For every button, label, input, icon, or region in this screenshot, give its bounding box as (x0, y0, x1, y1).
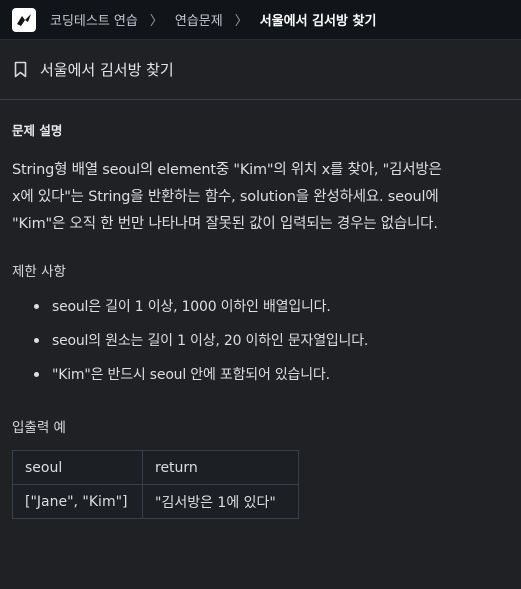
bookmark-icon[interactable] (14, 61, 28, 79)
constraint-item: seoul의 원소는 길이 1 이상, 20 이하인 문자열입니다. (34, 324, 509, 358)
description-line: String형 배열 seoul의 element중 "Kim"의 위치 x를 … (12, 162, 442, 178)
bullet-icon (34, 304, 39, 309)
page-title: 서울에서 김서방 찾기 (40, 61, 174, 79)
constraint-text: "Kim"은 반드시 seoul 안에 포함되어 있습니다. (52, 367, 330, 383)
programmers-logo-icon[interactable] (12, 7, 36, 32)
table-header-row: seoul return (12, 450, 299, 485)
breadcrumb-coding-test[interactable]: 코딩테스트 연습 (50, 10, 138, 29)
constraint-item: seoul은 길이 1 이상, 1000 이하인 배열입니다. (34, 290, 509, 324)
table-header-cell: return (142, 450, 299, 485)
bullet-icon (34, 338, 39, 343)
top-navigation-bar: 코딩테스트 연습 〉 연습문제 〉 서울에서 김서방 찾기 (0, 0, 521, 40)
constraint-text: seoul은 길이 1 이상, 1000 이하인 배열입니다. (52, 299, 331, 315)
breadcrumb-separator-icon: 〉 (234, 14, 248, 29)
constraint-text: seoul의 원소는 길이 1 이상, 20 이하인 문자열입니다. (52, 333, 369, 349)
description-line: x에 있다"는 String을 반환하는 함수, solution을 완성하세요… (12, 189, 439, 205)
constraints-list: seoul은 길이 1 이상, 1000 이하인 배열입니다. seoul의 원… (12, 290, 509, 392)
io-example-heading: 입출력 예 (12, 420, 66, 436)
bullet-icon (34, 372, 39, 377)
table-header-cell: seoul (12, 450, 143, 485)
breadcrumb-separator-icon: 〉 (149, 14, 163, 29)
table-cell: ["Jane", "Kim"] (12, 484, 143, 519)
problem-title-bar: 서울에서 김서방 찾기 (0, 40, 521, 100)
problem-content: 문제 설명 String형 배열 seoul의 element중 "Kim"의 … (0, 120, 521, 519)
problem-description-heading: 문제 설명 (12, 123, 63, 138)
io-example-table: seoul return ["Jane", "Kim"] "김서방은 1에 있다… (12, 450, 299, 519)
description-line: "Kim"은 오직 한 번만 나타나며 잘못된 값이 입력되는 경우는 없습니다… (12, 216, 438, 232)
table-row: ["Jane", "Kim"] "김서방은 1에 있다" (12, 484, 299, 519)
breadcrumb-practice[interactable]: 연습문제 (175, 10, 223, 29)
constraints-heading: 제한 사항 (12, 264, 66, 280)
constraint-item: "Kim"은 반드시 seoul 안에 포함되어 있습니다. (34, 358, 509, 392)
breadcrumb-current-problem: 서울에서 김서방 찾기 (259, 14, 377, 29)
problem-description: String형 배열 seoul의 element중 "Kim"의 위치 x를 … (12, 157, 509, 238)
table-cell: "김서방은 1에 있다" (142, 484, 299, 519)
